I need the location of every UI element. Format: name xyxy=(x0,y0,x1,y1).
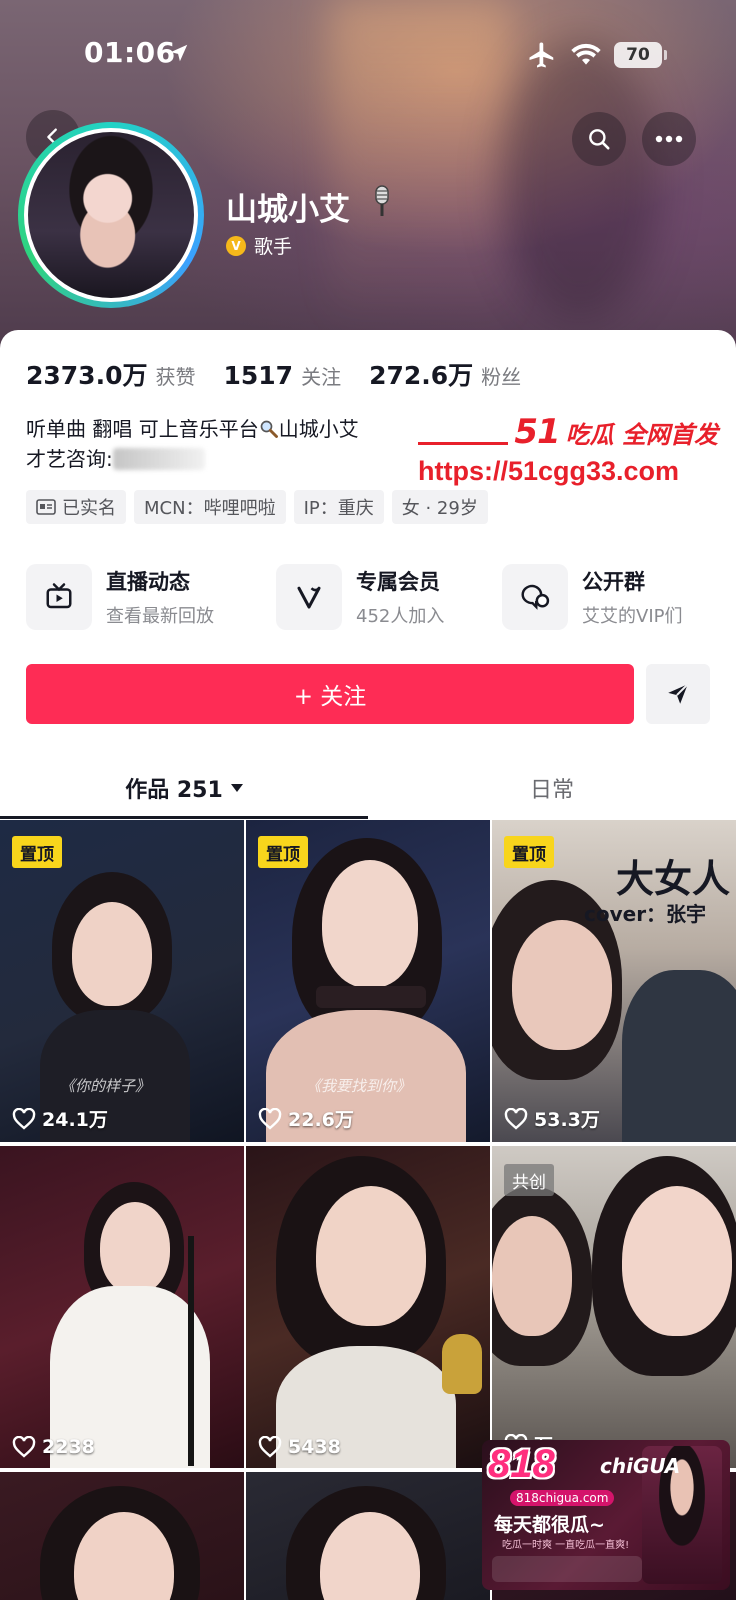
status-time: 01:06 xyxy=(84,36,176,69)
video-tile[interactable] xyxy=(246,1472,490,1600)
ad-domain: 818chigua.com xyxy=(510,1490,615,1506)
avatar[interactable] xyxy=(18,122,204,308)
tab-works[interactable]: 作品 251 xyxy=(0,760,368,816)
role-label: 歌手 xyxy=(254,236,293,258)
share-button[interactable] xyxy=(646,664,710,724)
feature-row: 直播动态 查看最新回放 专属会员 452人加入 公开群 艾艾的VIP们 xyxy=(26,562,716,632)
video-tile[interactable]: 置顶 《我要找到你》 22.6万 xyxy=(246,820,490,1142)
location-arrow-icon xyxy=(170,44,188,62)
magnifier-icon xyxy=(260,420,278,438)
more-button[interactable] xyxy=(642,112,696,166)
heart-icon xyxy=(12,1107,36,1130)
watermark-slogan: 吃瓜 全网首发 xyxy=(565,420,718,449)
likes-count: 2373.0万 xyxy=(26,361,148,390)
followers-label[interactable]: 粉丝 xyxy=(481,361,521,390)
microphone-icon xyxy=(375,185,389,216)
video-tile[interactable]: 置顶 大女人 cover：张宇 53.3万 xyxy=(492,820,736,1142)
heart-icon xyxy=(258,1107,282,1130)
bio-search-link[interactable]: 山城小艾 xyxy=(279,417,359,441)
bio-line-1: 听单曲 翻唱 可上音乐平台 山城小艾 xyxy=(26,417,359,441)
chat-icon xyxy=(521,584,550,610)
send-icon xyxy=(668,683,689,704)
likes-label: 获赞 xyxy=(155,365,196,389)
tag-ip: IP：重庆 xyxy=(293,490,384,524)
wifi-icon xyxy=(571,43,601,65)
cocreate-badge: 共创 xyxy=(504,1164,554,1196)
tab-indicator xyxy=(0,816,368,819)
video-tile[interactable]: 2238 xyxy=(0,1146,244,1468)
heart-icon xyxy=(258,1436,282,1458)
profile-stats: 2373.0万 获赞 1517 关注 272.6万 粉丝 xyxy=(26,356,549,392)
profile-bio: 听单曲 翻唱 可上音乐平台 山城小艾 才艺咨询: xyxy=(26,414,359,474)
pinned-badge: 置顶 xyxy=(258,836,308,868)
video-likes: 22.6万 xyxy=(258,1105,354,1132)
airplane-icon xyxy=(529,42,554,68)
tab-daily[interactable]: 日常 xyxy=(368,760,736,816)
id-card-icon xyxy=(36,499,56,515)
battery-indicator: 70 xyxy=(614,42,667,68)
video-likes: 5438 xyxy=(258,1436,341,1458)
blurred-contact xyxy=(112,448,205,470)
status-bar: 01:06 70 xyxy=(0,30,736,80)
video-caption: 《你的样子》 xyxy=(60,1077,151,1095)
video-likes: 2238 xyxy=(12,1436,95,1458)
feature-membership[interactable]: 专属会员 452人加入 xyxy=(276,562,444,632)
ad-slogan: 每天都很瓜~ xyxy=(494,1514,605,1536)
avatar-image xyxy=(28,132,194,298)
following-label[interactable]: 关注 xyxy=(301,361,341,390)
content-tabs: 作品 251 日常 xyxy=(0,760,736,820)
tv-icon xyxy=(46,583,72,609)
ad-subtext: 吃瓜一时爽 一直吃瓜一直爽! xyxy=(502,1540,630,1551)
search-icon xyxy=(589,129,610,150)
tag-mcn[interactable]: MCN：哔哩吧啦 xyxy=(134,490,286,524)
tag-gender-age: 女 · 29岁 xyxy=(391,490,488,524)
pinned-badge: 置顶 xyxy=(504,836,554,868)
bio-line-2: 才艺咨询: xyxy=(26,444,359,474)
ad-sticker[interactable]: 818 chiGUA 818chigua.com 每天都很瓜~ 吃瓜一时爽 一直… xyxy=(482,1440,730,1590)
caret-down-icon xyxy=(230,784,243,792)
verified-badge-icon: V xyxy=(226,235,246,256)
video-tile[interactable] xyxy=(0,1472,244,1600)
v-icon xyxy=(297,586,321,609)
ad-logo: 818 xyxy=(488,1442,555,1486)
ad-brand: chiGUA xyxy=(600,1454,681,1478)
video-caption: 《我要找到你》 xyxy=(306,1077,412,1095)
heart-icon xyxy=(12,1436,36,1458)
video-likes: 53.3万 xyxy=(504,1105,600,1132)
feature-live[interactable]: 直播动态 查看最新回放 xyxy=(26,562,214,632)
video-overlay-title: 大女人 xyxy=(615,857,730,901)
video-tile[interactable]: 5438 xyxy=(246,1146,490,1468)
watermark-url: https://51cgg33.com xyxy=(418,456,680,486)
followers-count[interactable]: 272.6万 xyxy=(369,356,473,392)
video-tile[interactable]: 共创 万 xyxy=(492,1146,736,1468)
follow-button[interactable]: + 关注 xyxy=(26,664,634,724)
more-dots-icon xyxy=(655,135,683,143)
video-overlay-subtitle: cover：张宇 xyxy=(584,902,707,926)
feature-group[interactable]: 公开群 艾艾的VIP们 xyxy=(502,562,682,632)
heart-icon xyxy=(504,1107,528,1130)
tag-verified: 已实名 xyxy=(26,490,126,524)
profile-tags: 已实名 MCN：哔哩吧啦 IP：重庆 女 · 29岁 xyxy=(26,490,488,524)
watermark-brand: 51 xyxy=(514,412,560,452)
video-likes: 24.1万 xyxy=(12,1105,108,1132)
profile-role: V 歌手 xyxy=(226,232,292,259)
watermark: 51 吃瓜 全网首发 https://51cgg33.com xyxy=(418,412,718,487)
video-tile[interactable]: 置顶 《你的样子》 24.1万 xyxy=(0,820,244,1142)
search-button[interactable] xyxy=(572,112,626,166)
following-count[interactable]: 1517 xyxy=(223,361,293,390)
profile-name: 山城小艾 xyxy=(226,192,350,228)
pinned-badge: 置顶 xyxy=(12,836,62,868)
